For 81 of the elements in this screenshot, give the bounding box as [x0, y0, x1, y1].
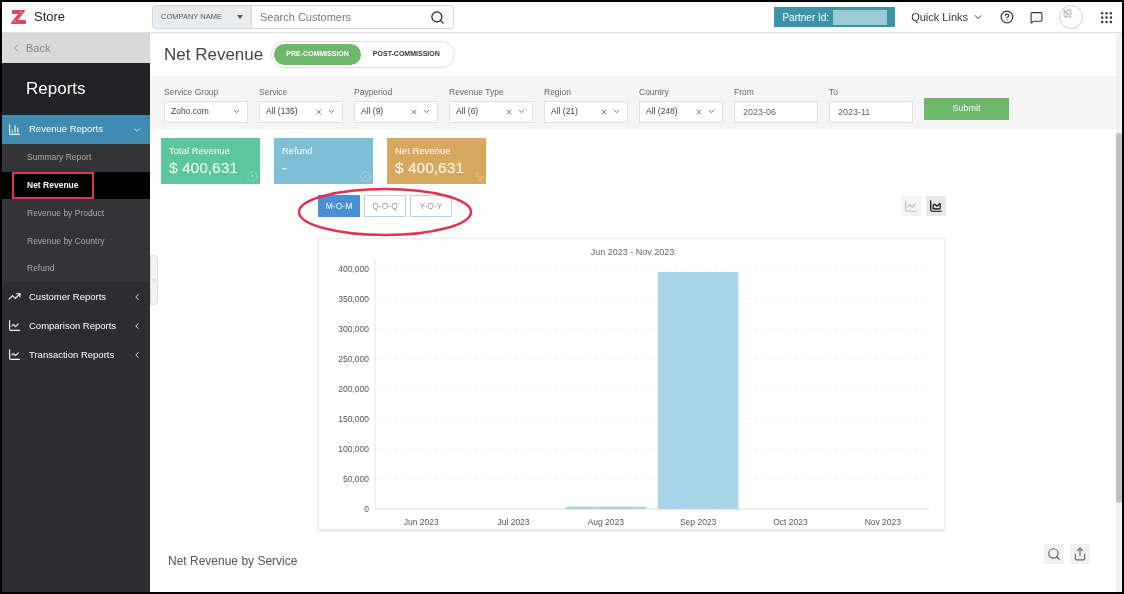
collapse-handle[interactable]: [150, 255, 158, 305]
axis-label: 300,000: [338, 324, 369, 334]
chat-icon[interactable]: [1030, 10, 1043, 24]
filter-label: Revenue Type: [449, 86, 505, 99]
date-field[interactable]: 2023-11: [829, 100, 913, 123]
axis-label: 400,000: [338, 264, 369, 274]
sidebar-title: Reports: [26, 78, 86, 101]
line-icon: [473, 171, 484, 182]
caret-icon: [237, 15, 243, 19]
sidebar-item[interactable]: Refund: [2, 254, 150, 283]
axis-label: Jun 2023: [403, 517, 439, 527]
axis-label: 100,000: [338, 444, 369, 454]
filter-dropdown[interactable]: Zoho.com: [164, 100, 248, 123]
axis-label: Sep 2023: [679, 517, 717, 527]
filter-label: Service: [259, 86, 289, 99]
filter-label: From: [734, 86, 755, 99]
broken-image-icon: [1063, 9, 1072, 18]
filter-dropdown[interactable]: All (9): [354, 100, 438, 123]
sidebar-item[interactable]: Net Revenue: [2, 171, 150, 200]
line-chart-icon: [904, 199, 918, 213]
app-name: Store: [34, 8, 66, 27]
axis-label: Aug 2023: [587, 517, 625, 527]
sidebar-group[interactable]: Revenue Reports: [2, 115, 150, 144]
filter-label: Service Group: [164, 86, 220, 99]
axis-label: 50,000: [343, 474, 369, 484]
filter-label: To: [829, 86, 839, 99]
axis-label: Oct 2023: [773, 517, 808, 527]
chevron-left-icon: [132, 349, 142, 360]
logo-icon: [10, 8, 28, 26]
card-label: Total Revenue: [169, 144, 231, 158]
sidebar-item[interactable]: Summary Report: [2, 144, 150, 172]
date-field[interactable]: 2023-06: [734, 100, 818, 123]
card-label: Net Revenue: [395, 144, 452, 158]
help-icon[interactable]: [1000, 10, 1014, 24]
search-button[interactable]: [422, 5, 454, 29]
axis-label: 250,000: [338, 354, 369, 364]
clear-icon[interactable]: [505, 107, 513, 116]
card-label: Refund: [282, 144, 314, 158]
filter-dropdown[interactable]: All (135): [259, 100, 343, 123]
filter-dropdown[interactable]: All (248): [639, 100, 723, 123]
sidebar-item[interactable]: Revenue by Product: [2, 199, 150, 228]
bar-chart-icon: [8, 123, 21, 136]
filter-dropdown[interactable]: All (6): [449, 100, 533, 123]
line-chart-icon: [8, 348, 21, 362]
chevron-left-icon: [132, 320, 142, 331]
search-icon: [430, 9, 445, 25]
arrow-up-icon: [247, 171, 258, 182]
sidebar-item[interactable]: Revenue by Country: [2, 227, 150, 255]
axis-label: 350,000: [338, 294, 369, 304]
line-chart-toggle[interactable]: [901, 196, 921, 216]
chart-title: Jun 2023 - Nov 2023: [590, 247, 675, 257]
line-chart-icon: [8, 319, 21, 333]
clear-icon[interactable]: [600, 107, 608, 116]
share-icon[interactable]: [1070, 544, 1090, 564]
filter-label: Payperiod: [354, 86, 394, 99]
chevron-left-icon: [151, 276, 157, 284]
bar-chart-toggle[interactable]: [926, 196, 946, 216]
axis-label: 150,000: [338, 414, 369, 424]
filter-dropdown[interactable]: All (21): [544, 100, 628, 123]
search-field[interactable]: Search Customers: [252, 5, 422, 29]
search-icon[interactable]: [1044, 544, 1064, 564]
clear-icon[interactable]: [695, 107, 703, 116]
chevron-left-icon: [132, 291, 142, 302]
axis-label: Jul 2023: [497, 517, 530, 527]
card-value: -: [282, 158, 288, 179]
section-title: Net Revenue by Service: [168, 553, 298, 570]
redacted-value: [833, 9, 888, 25]
quick-links-menu[interactable]: Quick Links: [911, 8, 984, 26]
clear-icon[interactable]: [315, 107, 323, 116]
close-circle-icon: [360, 171, 371, 182]
page-title: Net Revenue: [164, 43, 264, 66]
clear-icon[interactable]: [410, 107, 418, 116]
partner-id-label: Partner Id:: [782, 10, 830, 25]
filter-label: Country: [639, 86, 670, 99]
axis-label: 200,000: [338, 384, 369, 394]
axis-label: 0: [364, 504, 369, 514]
axis-label: Nov 2023: [864, 517, 902, 527]
filter-label: Region: [544, 86, 572, 99]
card-value: $ 400,631: [395, 158, 464, 179]
card-value: $ 400,631: [169, 158, 238, 179]
apps-grid-icon[interactable]: [1099, 9, 1114, 25]
